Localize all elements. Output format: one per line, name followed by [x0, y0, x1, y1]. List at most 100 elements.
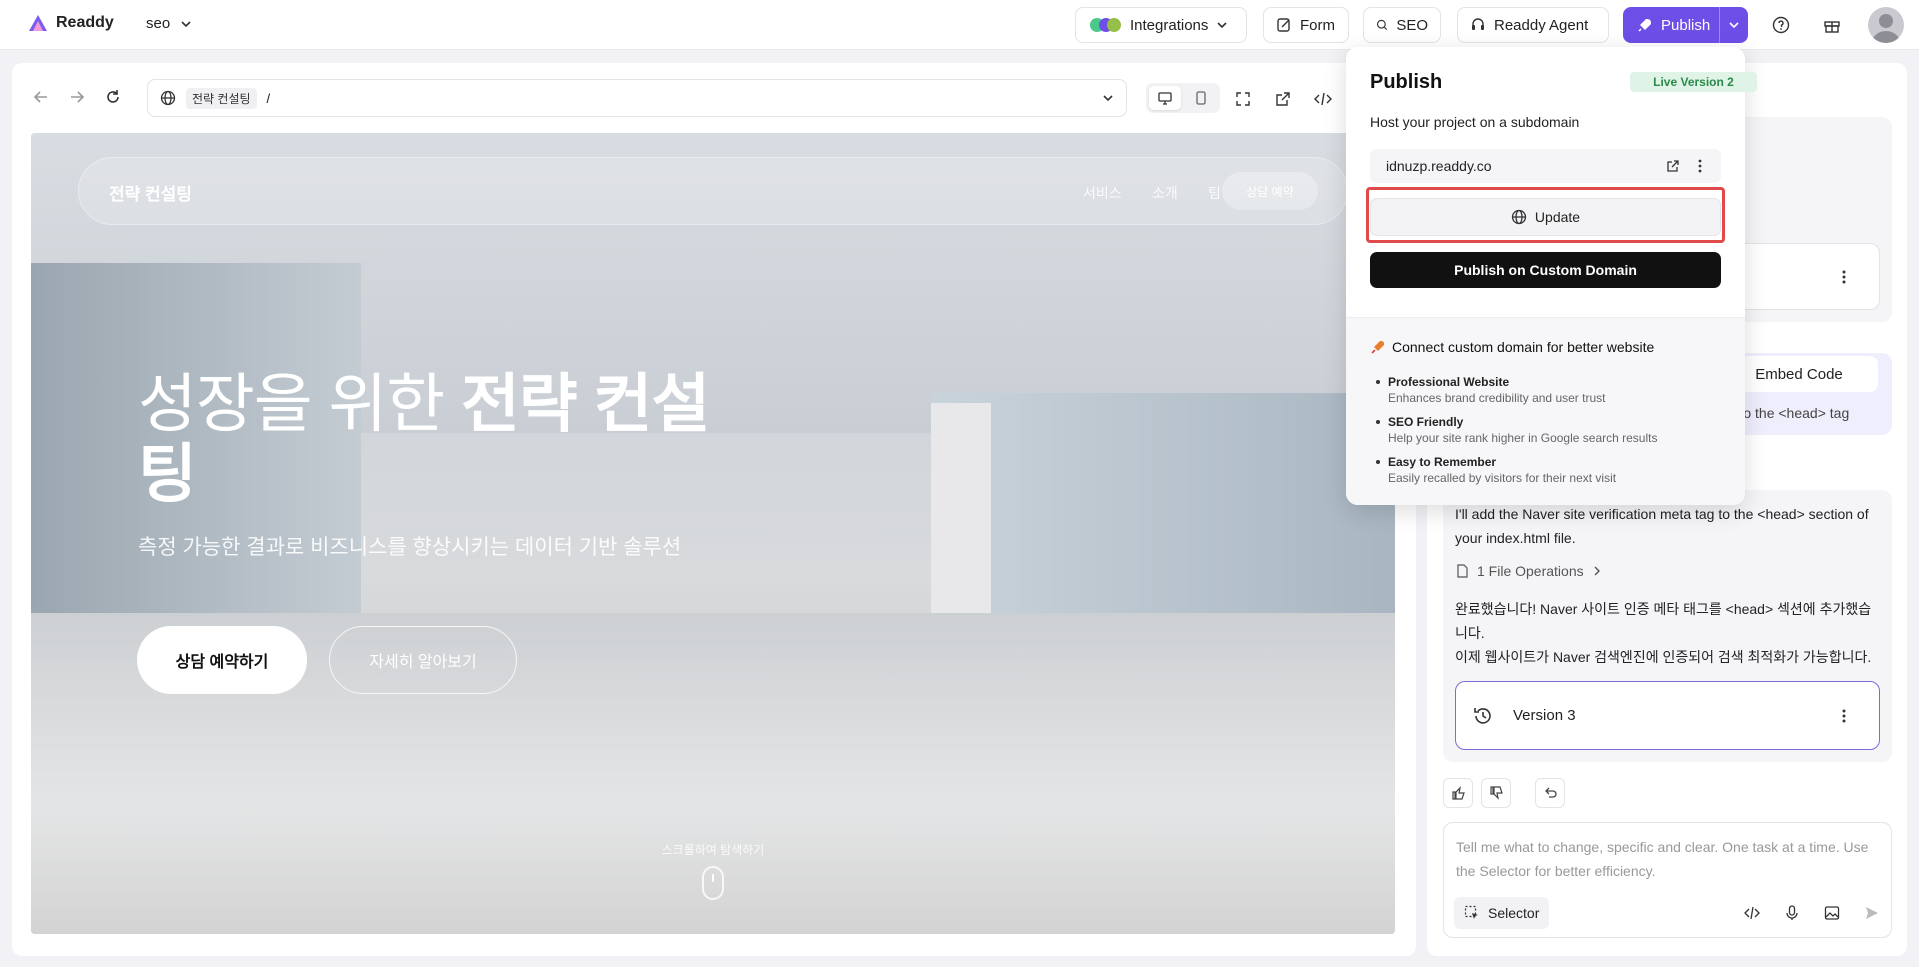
image-upload-button[interactable] [1822, 903, 1842, 923]
desktop-view-button[interactable] [1149, 86, 1181, 110]
open-external-button[interactable] [1273, 89, 1293, 109]
browser-nav [32, 88, 122, 106]
history-icon [1474, 708, 1491, 724]
publish-dropdown-toggle[interactable] [1720, 19, 1748, 31]
seo-label: SEO [1396, 16, 1428, 34]
form-button[interactable]: Form [1263, 7, 1349, 43]
publish-popover: Publish Live Version 2 Host your project… [1346, 47, 1757, 505]
fullscreen-icon [1236, 92, 1250, 106]
update-label: Update [1534, 209, 1581, 225]
hero-navbar: 전략 컨설팅 서비스 소개 팀 상담 예약 [78, 157, 1348, 225]
forward-arrow-icon[interactable] [68, 88, 86, 106]
integrations-label: Integrations [1130, 16, 1209, 34]
fullscreen-button[interactable] [1233, 89, 1253, 109]
more-vertical-icon[interactable] [1842, 270, 1846, 284]
publish-custom-domain-button[interactable]: Publish on Custom Domain [1370, 252, 1721, 288]
chevron-down-icon [1729, 22, 1739, 29]
mobile-view-button[interactable] [1185, 86, 1217, 110]
feature-item: Easy to Remember Easily recalled by visi… [1370, 455, 1616, 485]
device-toggle [1146, 83, 1220, 113]
readdy-agent-button[interactable]: Readdy Agent [1457, 7, 1609, 43]
message-text: I'll add the Naver site verification met… [1455, 506, 1869, 546]
code-icon [1744, 906, 1760, 920]
chevron-down-icon [1217, 22, 1227, 29]
hero-headline: 성장을 위한 전략 컨설팅 [138, 369, 758, 509]
hero-subtitle: 측정 가능한 결과로 비즈니스를 향상시키는 데이터 기반 솔루션 [138, 536, 682, 559]
project-switcher[interactable]: seo [146, 15, 192, 32]
feature-desc: Help your site rank higher in Google sea… [1388, 431, 1658, 445]
selector-button[interactable]: Selector [1454, 897, 1550, 929]
publish-button[interactable]: Publish [1623, 7, 1748, 43]
rocket-icon [1638, 19, 1651, 32]
rocket-icon [1371, 341, 1384, 354]
desktop-icon [1158, 92, 1172, 105]
integrations-button[interactable]: Integrations [1075, 7, 1247, 43]
connect-domain-title: Connect custom domain for better website [1370, 339, 1654, 355]
chat-input[interactable]: Tell me what to change, specific and cle… [1443, 822, 1892, 938]
gift-button[interactable] [1822, 15, 1842, 35]
update-button[interactable]: Update [1370, 198, 1721, 236]
help-button[interactable] [1771, 15, 1791, 35]
chevron-down-icon [181, 20, 191, 27]
hero-brand[interactable]: 전략 컨설팅 [109, 180, 192, 205]
version-label: Version 3 [1513, 707, 1576, 724]
learn-more-button[interactable]: 자세히 알아보기 [329, 626, 517, 694]
microphone-button[interactable] [1782, 903, 1802, 923]
seo-button[interactable]: SEO [1363, 7, 1441, 43]
send-button[interactable] [1862, 903, 1882, 923]
message-line-3: 이제 웹사이트가 Naver 검색엔진에 인증되어 검색 최적화가 가능합니다. [1455, 649, 1872, 665]
thumbs-up-button[interactable] [1443, 778, 1473, 808]
undo-icon [1545, 787, 1557, 798]
scroll-hint: 스크롤하여 탐색하기 [661, 843, 765, 857]
readdy-logo-icon [29, 15, 47, 31]
headline-light: 성장을 위한 [138, 368, 461, 440]
feature-item: SEO Friendly Help your site rank higher … [1370, 415, 1657, 445]
code-icon [1314, 92, 1332, 106]
chat-input-placeholder: Tell me what to change, specific and cle… [1456, 839, 1869, 879]
thumbs-down-button[interactable] [1481, 778, 1511, 808]
chevron-right-icon [1594, 566, 1600, 576]
feature-name: Professional Website [1388, 375, 1510, 389]
connect-domain-text: Connect custom domain for better website [1392, 339, 1655, 355]
site-chip: 전략 컨설팅 [186, 87, 257, 109]
nav-link-team[interactable]: 팀 [1208, 183, 1221, 203]
message-text-korean: 완료했습니다! Naver 사이트 인증 메타 태그를 <head> 섹션에 추… [1455, 597, 1880, 669]
nav-link-about[interactable]: 소개 [1152, 183, 1178, 203]
integrations-icon [1090, 18, 1121, 32]
more-vertical-icon[interactable] [1698, 159, 1702, 173]
file-icon [1457, 564, 1468, 578]
undo-button[interactable] [1535, 778, 1565, 808]
code-view-button[interactable] [1313, 89, 1333, 109]
brand-logo[interactable]: Readdy [28, 14, 114, 32]
version-card[interactable]: Version 3 [1455, 681, 1880, 750]
code-button[interactable] [1742, 903, 1762, 923]
gift-icon [1824, 21, 1840, 33]
globe-icon [1511, 209, 1527, 225]
url-path: / [266, 90, 271, 106]
search-icon [1376, 19, 1388, 31]
assistant-message: I'll add the Naver site verification met… [1443, 490, 1892, 762]
nav-link-services[interactable]: 서비스 [1083, 183, 1122, 203]
globe-icon [160, 90, 176, 106]
user-avatar[interactable] [1868, 7, 1904, 43]
nav-consult-button[interactable]: 상담 예약 [1222, 172, 1318, 210]
chevron-down-icon[interactable] [1102, 92, 1114, 104]
feature-name: SEO Friendly [1388, 415, 1464, 429]
selector-icon [1464, 905, 1478, 919]
feature-desc: Enhances brand credibility and user trus… [1388, 391, 1606, 405]
live-version-badge: Live Version 2 [1630, 72, 1757, 92]
refresh-icon[interactable] [104, 88, 122, 106]
file-operations-label: 1 File Operations [1477, 563, 1584, 579]
selector-label: Selector [1488, 905, 1540, 921]
host-subdomain-text: Host your project on a subdomain [1370, 114, 1580, 130]
url-bar[interactable]: 전략 컨설팅 / [147, 79, 1127, 117]
file-operations-toggle[interactable]: 1 File Operations [1455, 563, 1602, 579]
external-link-icon[interactable] [1666, 159, 1680, 173]
subdomain-field: idnuzp.readdy.co [1370, 149, 1721, 183]
user-icon [1872, 14, 1900, 43]
back-arrow-icon[interactable] [32, 88, 50, 106]
more-vertical-icon[interactable] [1842, 709, 1846, 723]
book-consultation-button[interactable]: 상담 예약하기 [137, 626, 307, 694]
form-icon [1277, 18, 1290, 32]
message-line-2: 완료했습니다! Naver 사이트 인증 메타 태그를 <head> 섹션에 추… [1455, 601, 1872, 641]
